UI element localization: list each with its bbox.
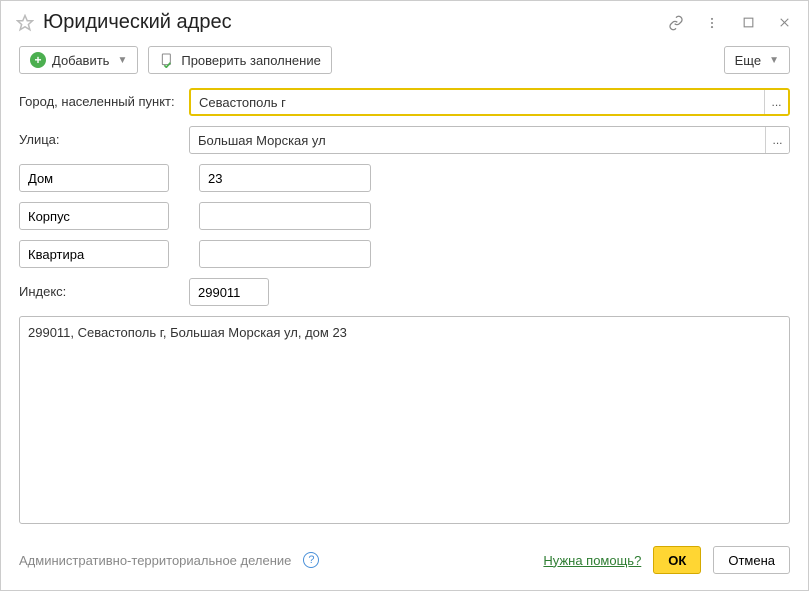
korpus-value-group <box>199 202 371 230</box>
full-address-textarea[interactable] <box>19 316 790 524</box>
house-type-select[interactable]: ▼ <box>19 164 169 192</box>
flat-value-group <box>199 240 371 268</box>
add-button-label: Добавить <box>52 53 109 68</box>
city-field-group: ... <box>189 88 790 116</box>
more-button-label: Еще <box>735 53 761 68</box>
street-label: Улица: <box>19 126 179 147</box>
flat-type-value <box>20 241 169 267</box>
more-button[interactable]: Еще ▼ <box>724 46 790 74</box>
house-value-group: ... <box>199 164 371 192</box>
korpus-value-input[interactable] <box>200 203 371 229</box>
link-icon[interactable] <box>666 13 686 33</box>
flat-type-select[interactable]: ▼ <box>19 240 169 268</box>
ok-button[interactable]: ОК <box>653 546 701 574</box>
more-vertical-icon[interactable] <box>702 13 722 33</box>
check-fill-button[interactable]: Проверить заполнение <box>148 46 331 74</box>
form-area: Город, населенный пункт: ... Улица: ... … <box>1 84 808 534</box>
footer: Административно-территориальное деление … <box>1 534 808 590</box>
document-check-icon <box>159 52 175 68</box>
korpus-type-value <box>20 203 169 229</box>
chevron-down-icon: ▼ <box>117 55 127 66</box>
need-help-link[interactable]: Нужна помощь? <box>543 553 641 568</box>
chevron-down-icon: ▼ <box>769 55 779 66</box>
city-label: Город, населенный пункт: <box>19 88 179 109</box>
street-input[interactable] <box>190 127 765 153</box>
dialog-window: Юридический адрес <box>0 0 809 591</box>
toolbar: + Добавить ▼ Проверить заполнение Еще ▼ <box>1 42 808 84</box>
close-icon[interactable] <box>774 13 794 33</box>
favorite-star-icon[interactable] <box>15 13 35 33</box>
city-input[interactable] <box>191 90 764 114</box>
street-ellipsis-button[interactable]: ... <box>765 127 789 153</box>
cancel-button[interactable]: Отмена <box>713 546 790 574</box>
check-fill-label: Проверить заполнение <box>181 53 320 68</box>
house-type-value <box>20 165 169 191</box>
titlebar: Юридический адрес <box>1 1 808 42</box>
index-input[interactable] <box>189 278 269 306</box>
house-value-input[interactable] <box>200 165 371 191</box>
help-icon[interactable]: ? <box>303 552 319 568</box>
flat-value-input[interactable] <box>200 241 371 267</box>
korpus-type-select[interactable]: ▼ <box>19 202 169 230</box>
plus-circle-icon: + <box>30 52 46 68</box>
city-ellipsis-button[interactable]: ... <box>764 90 788 114</box>
maximize-icon[interactable] <box>738 13 758 33</box>
index-label: Индекс: <box>19 278 179 299</box>
street-field-group: ... <box>189 126 790 154</box>
window-title: Юридический адрес <box>43 11 658 34</box>
add-button[interactable]: + Добавить ▼ <box>19 46 138 74</box>
admin-division-link[interactable]: Административно-территориальное деление <box>19 553 291 568</box>
